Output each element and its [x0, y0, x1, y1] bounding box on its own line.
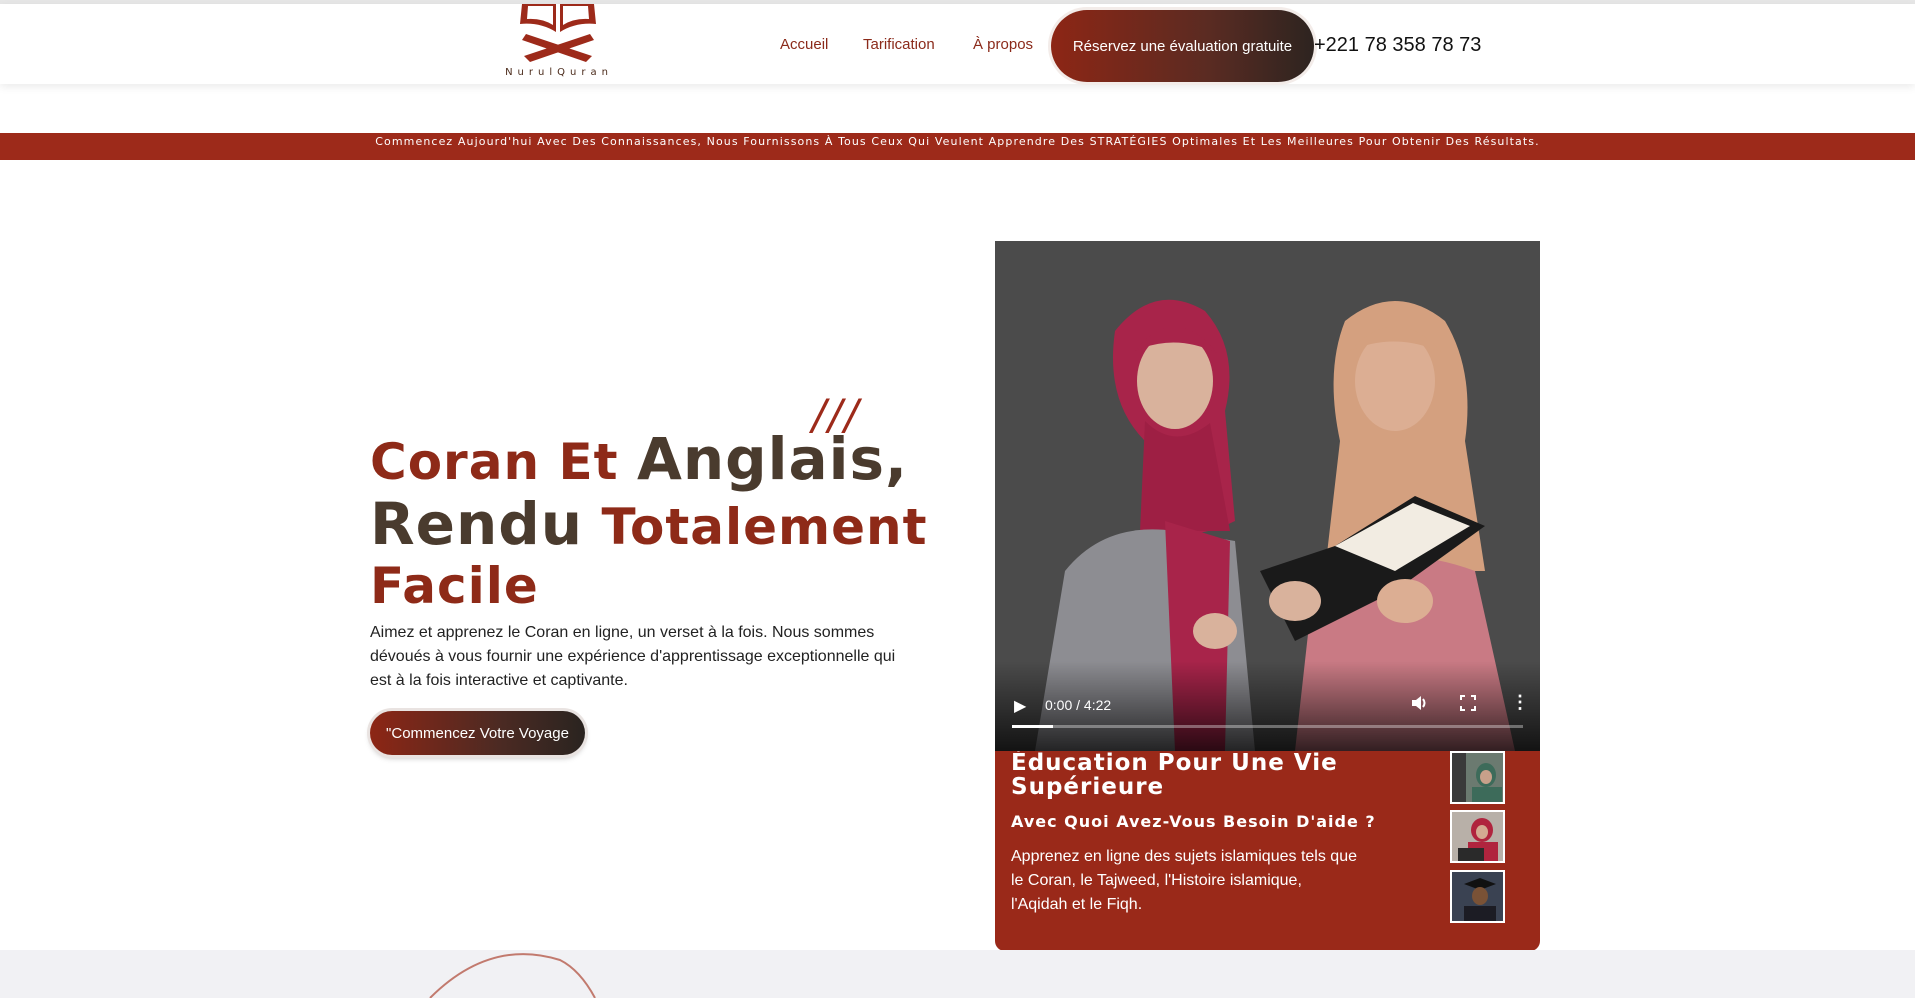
- start-journey-button[interactable]: "Commencez Votre Voyage: [370, 711, 585, 755]
- phone-number[interactable]: +221 78 358 78 73: [1314, 34, 1481, 57]
- fullscreen-icon[interactable]: [1459, 694, 1477, 717]
- video-player[interactable]: ▶ 0:00 / 4:22 ⋮: [995, 241, 1540, 751]
- book-free-evaluation-button[interactable]: Réservez une évaluation gratuite: [1051, 10, 1314, 82]
- video-time: 0:00 / 4:22: [1045, 697, 1112, 713]
- video-progress-fill: [1012, 725, 1053, 728]
- headline-word: Rendu: [370, 490, 584, 558]
- nav-about: À propos: [973, 4, 1033, 84]
- thumbnail-student-2[interactable]: [1450, 810, 1505, 863]
- play-icon[interactable]: ▶: [1014, 696, 1026, 716]
- card-title: Éducation Pour Une Vie Supérieure: [1011, 751, 1338, 800]
- thumbnail-student-1[interactable]: [1450, 751, 1505, 804]
- logo-wordmark: NurulQuran: [505, 67, 613, 78]
- logo[interactable]: NurulQuran: [478, 4, 638, 84]
- headline-word: Facile: [370, 557, 539, 615]
- more-options-icon[interactable]: ⋮: [1511, 693, 1529, 711]
- nav-link-accueil[interactable]: Accueil: [780, 36, 828, 53]
- nav-link-tarification[interactable]: Tarification: [863, 36, 935, 53]
- headline-word: Coran Et: [370, 433, 619, 491]
- headline-word: Totalement: [601, 498, 928, 556]
- hero-headline: Coran Et Anglais, Rendu Totalement Facil…: [370, 428, 930, 614]
- thumbnail-graduate[interactable]: [1450, 870, 1505, 923]
- decorative-arc: [429, 953, 596, 998]
- headline-word: Anglais,: [636, 425, 909, 493]
- nav-home: Accueil: [780, 4, 828, 84]
- video-progress-bar[interactable]: [1012, 725, 1523, 728]
- card-subtitle: Avec Quoi Avez-Vous Besoin D'aide ?: [1011, 812, 1376, 831]
- education-card: Éducation Pour Une Vie Supérieure Avec Q…: [995, 751, 1540, 951]
- hero-description: Aimez et apprenez le Coran en ligne, un …: [370, 624, 896, 689]
- volume-icon[interactable]: [1410, 693, 1430, 718]
- nav-pricing: Tarification: [863, 4, 935, 84]
- announcement-banner: Commencez Aujourd'hui Avec Des Connaissa…: [0, 133, 1915, 160]
- quran-stand-icon: [520, 4, 596, 62]
- nav-link-a-propos[interactable]: À propos: [973, 36, 1033, 53]
- next-section-band: [0, 950, 1915, 998]
- announcement-text: Commencez Aujourd'hui Avec Des Connaissa…: [375, 135, 1540, 148]
- site-header: NurulQuran Accueil Tarification À propos…: [0, 4, 1915, 84]
- card-text: Apprenez en ligne des sujets islamiques …: [1011, 848, 1357, 913]
